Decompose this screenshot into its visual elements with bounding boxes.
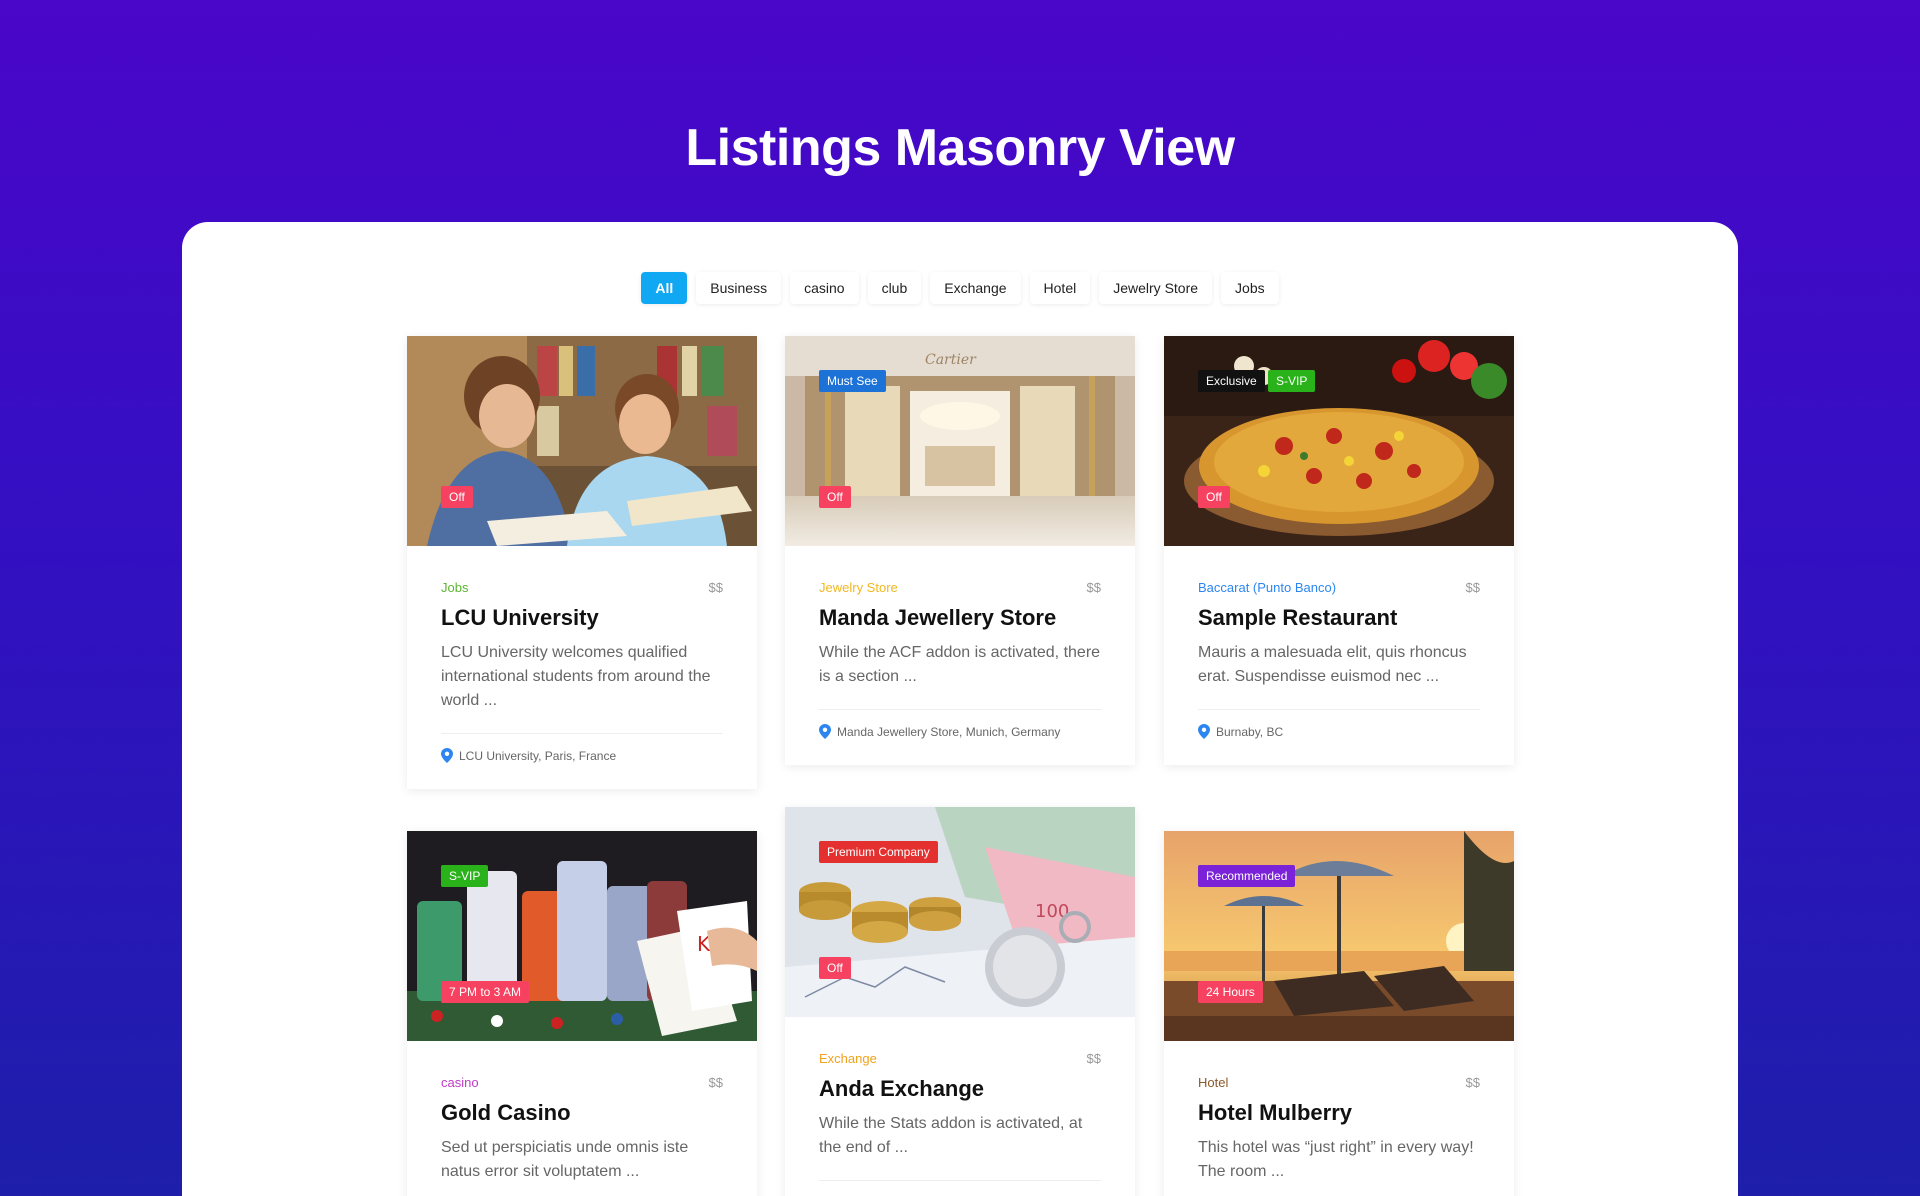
listing-address: Manda Jewellery Store, Munich, Germany [819,724,1101,739]
hours-badge: 7 PM to 3 AM [441,981,530,1003]
premium-badge: Premium Company [819,841,938,863]
price-level: $$ [708,580,723,595]
listing-description: While the ACF addon is activated, there … [819,644,1101,685]
price-level: $$ [708,1075,723,1090]
status-badge: Off [1198,486,1230,508]
price-level: $$ [1086,1051,1101,1066]
listing-image[interactable]: Exclusive S-VIP Off [1164,336,1514,546]
page-title: Listings Masonry View [685,119,1235,177]
address-text: LCU University, Paris, France [459,748,617,763]
price-level: $$ [1086,580,1101,595]
listing-card-lcu-university[interactable]: Off Jobs $$ LCU University LCU Universit… [407,336,757,789]
listing-title[interactable]: Manda Jewellery Store [819,605,1101,631]
listing-description: This hotel was “just right” in every way… [1198,1139,1474,1180]
listing-card-gold-casino[interactable]: K S-VIP 7 PM to 3 AM casino $$ Gold Casi… [407,831,757,1196]
price-level: $$ [1465,580,1480,595]
divider [441,733,723,734]
status-badge: Off [819,957,851,979]
listing-description: While the Stats addon is activated, at t… [819,1115,1083,1156]
hotel-sunset-image [1164,831,1514,1041]
divider [819,709,1101,710]
category-label[interactable]: Jobs [441,580,468,595]
listing-image[interactable]: Off [407,336,757,546]
casino-chips-image: K [407,831,757,1041]
listing-address: Burnaby, BC [1198,724,1480,739]
category-label[interactable]: Jewelry Store [819,580,898,595]
listings-panel: All Business casino club Exchange Hotel … [182,222,1738,1196]
filter-all[interactable]: All [641,272,688,304]
exclusive-badge: Exclusive [1198,370,1265,392]
location-pin-icon [441,748,453,763]
listing-title[interactable]: Sample Restaurant [1198,605,1480,631]
status-badge: Off [441,486,473,508]
price-level: $$ [1465,1075,1480,1090]
vip-badge: S-VIP [1268,370,1316,392]
category-label[interactable]: Hotel [1198,1075,1228,1090]
listing-image[interactable]: K S-VIP 7 PM to 3 AM [407,831,757,1041]
filter-jewelry-store[interactable]: Jewelry Store [1099,272,1213,304]
recommended-badge: Recommended [1198,865,1296,887]
divider [819,1180,1101,1181]
listing-card-manda-jewellery-store[interactable]: Cartier Must See Off Jewelry Store $$ Ma… [785,336,1135,765]
filter-business[interactable]: Business [696,272,782,304]
filter-hotel[interactable]: Hotel [1029,272,1091,304]
listing-image[interactable]: Recommended 24 Hours [1164,831,1514,1041]
filter-casino[interactable]: casino [790,272,859,304]
status-badge: Off [819,486,851,508]
vip-badge: S-VIP [441,865,489,887]
hours-badge: 24 Hours [1198,981,1263,1003]
listing-card-hotel-mulberry[interactable]: Recommended 24 Hours Hotel $$ Hotel Mulb… [1164,831,1514,1196]
category-label[interactable]: Exchange [819,1051,877,1066]
filter-club[interactable]: club [867,272,922,304]
listing-title[interactable]: Anda Exchange [819,1076,1101,1102]
listing-card-anda-exchange[interactable]: 100 Premium Company Off Exchange $$ Anda… [785,807,1135,1196]
filter-jobs[interactable]: Jobs [1221,272,1279,304]
category-label[interactable]: Baccarat (Punto Banco) [1198,580,1336,595]
location-pin-icon [819,724,831,739]
category-label[interactable]: casino [441,1075,479,1090]
listing-description: LCU University welcomes qualified intern… [441,644,711,709]
address-text: Manda Jewellery Store, Munich, Germany [837,724,1061,739]
pizza-image [1164,336,1514,546]
svg-text:Cartier: Cartier [925,352,977,368]
listing-image[interactable]: 100 Premium Company Off [785,807,1135,1017]
currency-exchange-image: 100 [785,807,1135,1017]
address-text: Burnaby, BC [1216,724,1284,739]
listing-address: LCU University, Paris, France [441,748,723,763]
listing-title[interactable]: Hotel Mulberry [1198,1100,1480,1126]
filter-exchange[interactable]: Exchange [930,272,1021,304]
listing-image[interactable]: Cartier Must See Off [785,336,1135,546]
listing-description: Mauris a malesuada elit, quis rhoncus er… [1198,644,1467,685]
students-reading-image [407,336,757,546]
filter-bar: All Business casino club Exchange Hotel … [182,272,1738,304]
listing-title[interactable]: Gold Casino [441,1100,723,1126]
divider [1198,709,1480,710]
featured-badge: Must See [819,370,886,392]
jewellery-store-image: Cartier [785,336,1135,546]
listing-title[interactable]: LCU University [441,605,723,631]
location-pin-icon [1198,724,1210,739]
listing-card-sample-restaurant[interactable]: Exclusive S-VIP Off Baccarat (Punto Banc… [1164,336,1514,765]
listing-description: Sed ut perspiciatis unde omnis iste natu… [441,1139,689,1180]
